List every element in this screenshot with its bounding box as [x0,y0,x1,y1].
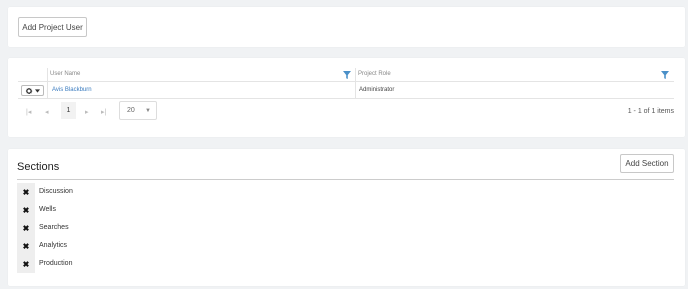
add-user-panel: Add Project User [8,7,685,47]
user-name-link[interactable]: Avis Blackburn [52,87,92,93]
remove-section-button[interactable]: ✖ [17,255,35,273]
section-label: Searches [39,224,69,231]
first-page-icon[interactable]: |◂ [26,108,31,116]
add-section-button[interactable]: Add Section [620,154,674,173]
prev-page-icon[interactable]: ◂ [45,108,49,116]
close-icon: ✖ [22,223,30,233]
close-icon: ✖ [22,241,30,251]
list-item: ✖ Wells [17,201,217,219]
close-icon: ✖ [22,205,30,215]
filter-icon[interactable] [661,71,669,79]
last-page-icon[interactable]: ▸| [101,108,106,116]
caret-down-icon [35,88,40,93]
list-item: ✖ Production [17,255,217,273]
sections-title: Sections [17,161,60,173]
column-divider [355,68,356,82]
table-row: Avis Blackburn Administrator [18,82,674,99]
grid-pager: |◂ ◂ 1 ▸ ▸| 20 ▼ 1 - 1 of 1 items [18,99,674,125]
project-users-panel: User Name Project Role Avis Blackburn Ad… [8,58,685,137]
sections-panel: Sections Add Section ✖ Discussion ✖ Well… [8,149,685,286]
add-project-user-button[interactable]: Add Project User [18,17,87,37]
remove-section-button[interactable]: ✖ [17,183,35,201]
close-icon: ✖ [22,187,30,197]
section-label: Discussion [39,188,73,195]
section-label: Wells [39,206,56,213]
column-header-project-role[interactable]: Project Role [358,71,391,77]
list-item: ✖ Searches [17,219,217,237]
section-label: Analytics [39,242,68,249]
list-item: ✖ Discussion [17,183,217,201]
remove-section-button[interactable]: ✖ [17,237,35,255]
divider [17,179,674,180]
project-users-grid: User Name Project Role Avis Blackburn Ad… [18,68,674,125]
filter-icon[interactable] [343,71,351,79]
page-size-select[interactable]: 20 ▼ [119,101,157,120]
pager-info: 1 - 1 of 1 items [627,108,674,115]
remove-section-button[interactable]: ✖ [17,219,35,237]
page-size-value: 20 [127,107,135,114]
column-header-user-name[interactable]: User Name [50,71,80,77]
section-label: Production [39,260,73,267]
remove-section-button[interactable]: ✖ [17,201,35,219]
close-icon: ✖ [22,259,30,269]
next-page-icon[interactable]: ▸ [85,108,89,116]
grid-header: User Name Project Role [18,68,674,82]
column-divider [47,68,48,82]
sections-list: ✖ Discussion ✖ Wells ✖ Searches ✖ Analyt… [17,183,217,273]
chevron-down-icon: ▼ [145,108,151,114]
gear-icon [25,87,33,94]
column-divider [47,82,48,99]
row-actions-button[interactable] [21,85,44,96]
project-role-cell: Administrator [359,87,395,93]
list-item: ✖ Analytics [17,237,217,255]
column-divider [355,82,356,99]
page-number-current[interactable]: 1 [61,102,76,119]
